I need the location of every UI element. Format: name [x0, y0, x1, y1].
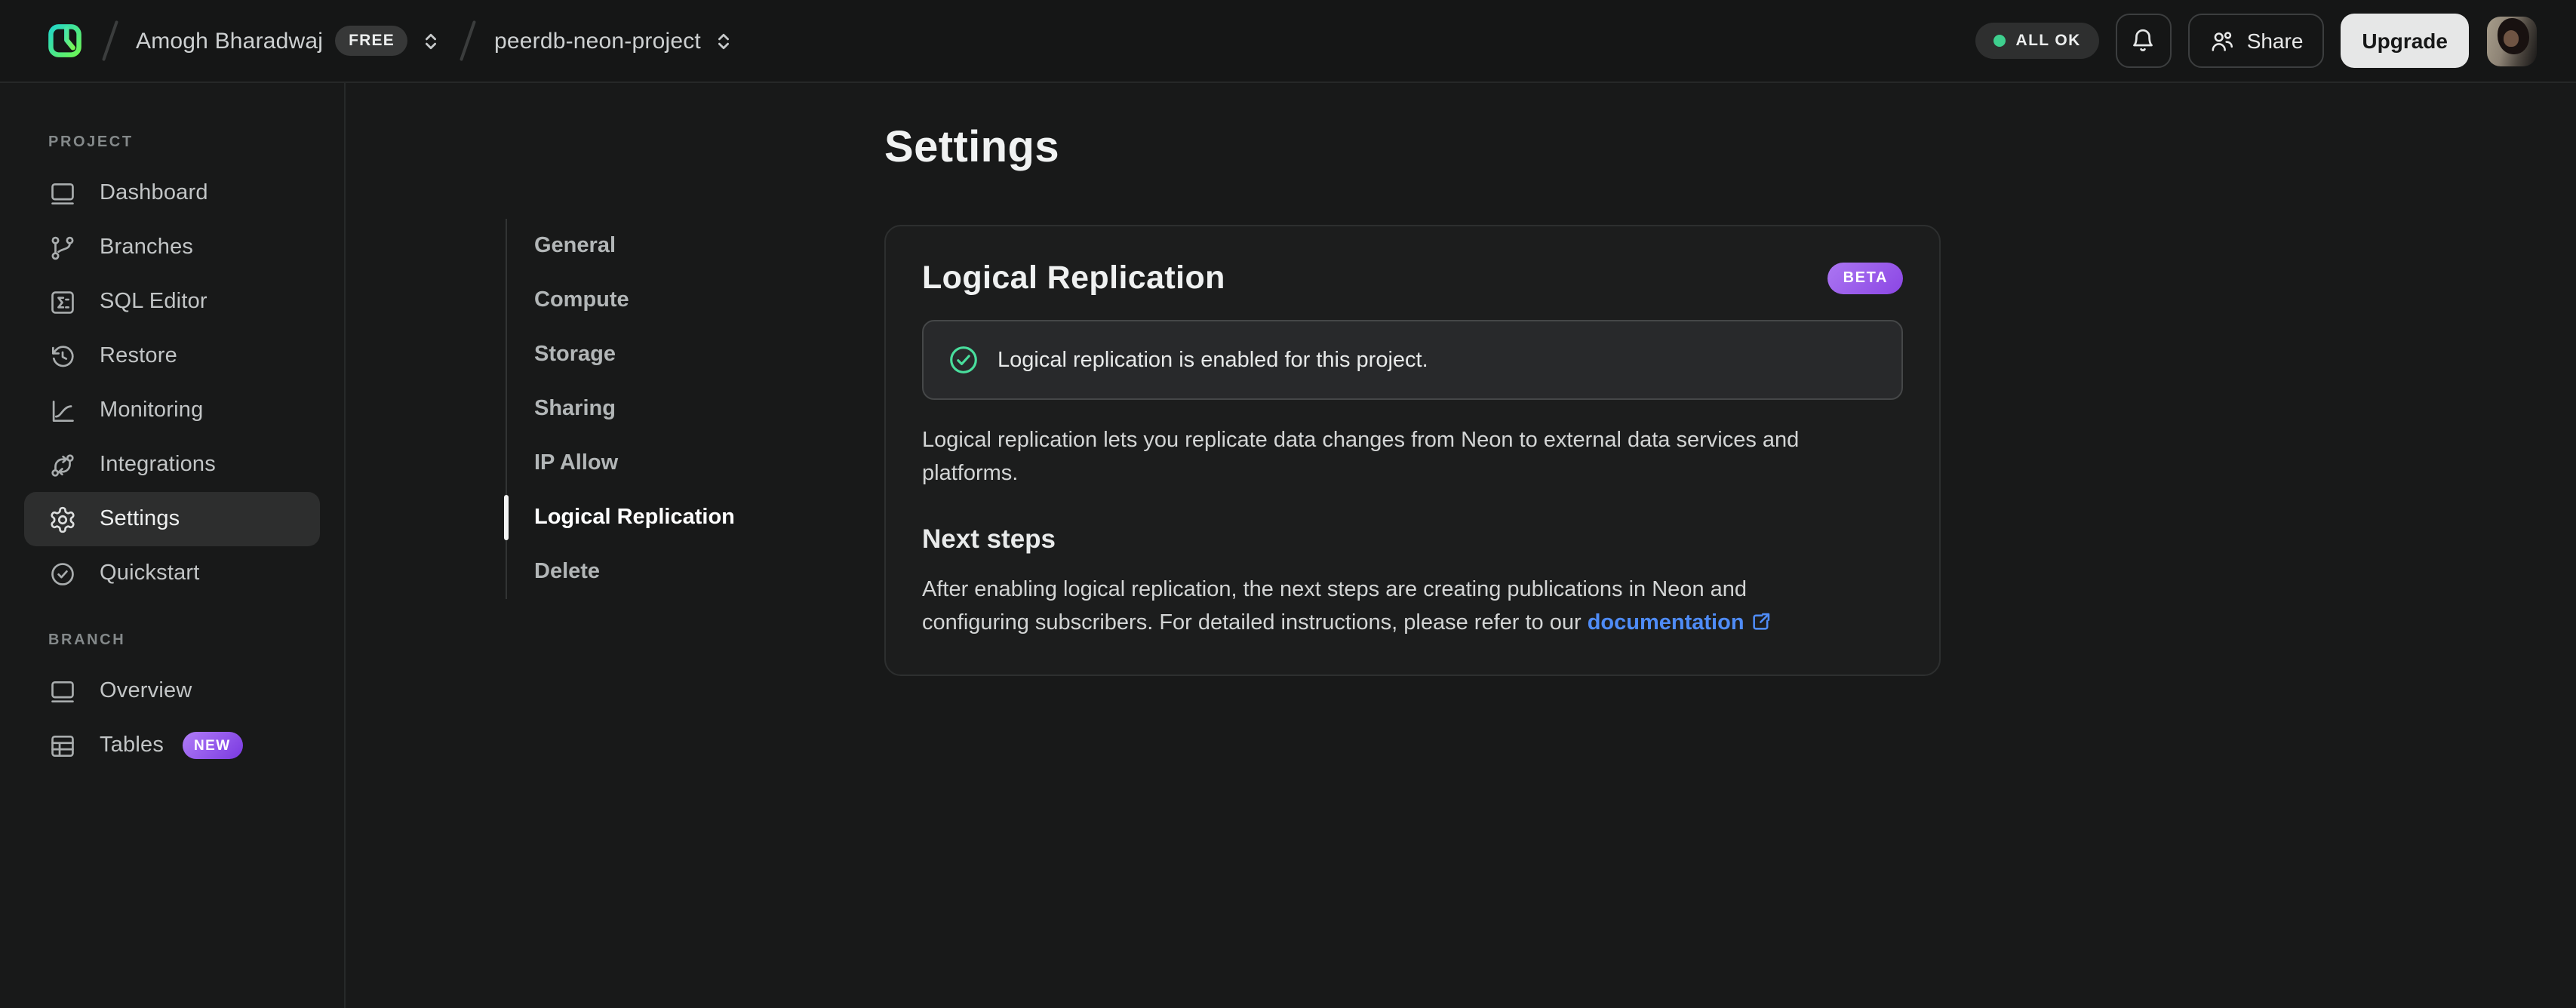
breadcrumb-divider — [460, 20, 477, 62]
project-name[interactable]: peerdb-neon-project — [494, 28, 701, 54]
monitoring-chart-icon — [52, 399, 74, 422]
status-ok-dot-icon — [1993, 35, 2006, 47]
users-icon — [2212, 31, 2233, 51]
top-bar: Amogh Bharadwaj FREE peerdb-neon-project… — [0, 0, 2576, 83]
logical-replication-card: Logical Replication BETA Logical replica… — [884, 225, 1941, 676]
sidebar-item-overview[interactable]: Overview — [24, 664, 320, 718]
sidebar-item-quickstart[interactable]: Quickstart — [24, 546, 320, 601]
sidebar: PROJECT Dashboard Branches SQL Editor Re… — [0, 83, 346, 1008]
bell-icon — [2133, 29, 2153, 51]
plan-badge: FREE — [335, 26, 408, 56]
breadcrumb-divider — [101, 20, 119, 62]
settings-nav-storage[interactable]: Storage — [507, 327, 735, 382]
settings-nav-logical-replication[interactable]: Logical Replication — [504, 490, 735, 545]
check-circle-icon — [51, 562, 74, 585]
sidebar-section-project: PROJECT — [48, 134, 134, 151]
top-bar-actions: ALL OK Share Upgrade — [1975, 14, 2537, 68]
sidebar-item-monitoring[interactable]: Monitoring — [24, 383, 320, 438]
settings-nav-general[interactable]: General — [507, 219, 735, 273]
alert-text: Logical replication is enabled for this … — [998, 348, 1428, 372]
settings-nav-sharing[interactable]: Sharing — [507, 382, 735, 436]
sidebar-item-integrations[interactable]: Integrations — [24, 438, 320, 492]
sql-editor-icon — [51, 290, 74, 313]
org-name[interactable]: Amogh Bharadwaj — [136, 28, 323, 54]
breadcrumb: Amogh Bharadwaj FREE peerdb-neon-project — [45, 20, 736, 62]
dashboard-icon — [51, 182, 74, 204]
settings-nav-ip-allow[interactable]: IP Allow — [507, 436, 735, 490]
page-title: Settings — [884, 124, 1059, 172]
sidebar-item-settings[interactable]: Settings — [24, 492, 320, 546]
success-check-circle-icon — [950, 346, 977, 373]
settings-nav-delete[interactable]: Delete — [507, 545, 735, 599]
status-label: ALL OK — [2015, 32, 2081, 50]
project-selector[interactable]: peerdb-neon-project — [494, 28, 736, 54]
new-badge: NEW — [182, 732, 243, 759]
documentation-link[interactable]: documentation — [1588, 612, 1744, 636]
card-header: Logical Replication BETA — [922, 260, 1903, 297]
sidebar-item-sql-editor[interactable]: SQL Editor — [24, 275, 320, 329]
git-branch-icon — [51, 235, 74, 260]
notifications-button[interactable] — [2115, 14, 2172, 68]
replication-enabled-alert: Logical replication is enabled for this … — [922, 320, 1903, 400]
share-label: Share — [2246, 29, 2304, 53]
replication-description: Logical replication lets you replicate d… — [922, 429, 1800, 487]
org-selector[interactable]: Amogh Bharadwaj FREE — [136, 26, 443, 56]
neon-logo-icon[interactable] — [45, 21, 85, 60]
status-badge[interactable]: ALL OK — [1975, 23, 2099, 59]
sidebar-item-branches[interactable]: Branches — [24, 220, 320, 275]
history-restore-icon — [51, 345, 74, 367]
sidebar-item-tables[interactable]: Tables NEW — [24, 718, 320, 773]
share-button[interactable]: Share — [2187, 14, 2325, 68]
beta-badge: BETA — [1827, 263, 1903, 294]
settings-subnav: General Compute Storage Sharing IP Allow… — [504, 219, 735, 599]
next-steps-heading: Next steps — [922, 523, 1056, 554]
chevrons-updown-icon[interactable] — [420, 29, 443, 52]
chevrons-updown-icon[interactable] — [713, 29, 736, 52]
user-avatar[interactable] — [2487, 16, 2537, 66]
external-link-icon — [1752, 613, 1769, 631]
table-icon — [51, 734, 74, 757]
settings-nav-compute[interactable]: Compute — [507, 273, 735, 327]
sidebar-section-branch: BRANCH — [48, 632, 126, 649]
sidebar-item-dashboard[interactable]: Dashboard — [24, 166, 320, 220]
card-title: Logical Replication — [922, 260, 1225, 296]
upgrade-button[interactable]: Upgrade — [2341, 14, 2469, 68]
gear-icon — [51, 506, 75, 533]
integrations-icon — [51, 453, 74, 476]
next-steps-paragraph: After enabling logical replication, the … — [922, 573, 1849, 641]
overview-icon — [51, 680, 74, 702]
app-window: Amogh Bharadwaj FREE peerdb-neon-project… — [0, 0, 2576, 1008]
sidebar-item-restore[interactable]: Restore — [24, 329, 320, 383]
